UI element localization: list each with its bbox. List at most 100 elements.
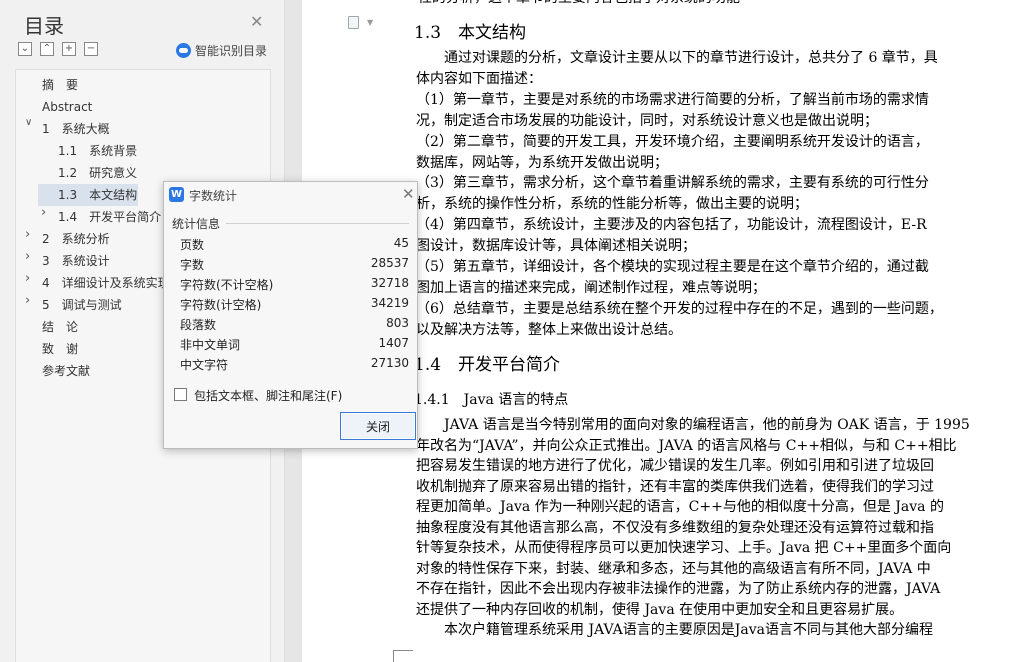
toc-item[interactable]: 1.1 系统背景 bbox=[58, 140, 137, 162]
stats-section-label: 统计信息 bbox=[172, 217, 221, 231]
stat-label: 段落数 bbox=[180, 318, 217, 332]
toc-item[interactable]: 3 系统设计 bbox=[42, 250, 110, 272]
chevron-right-icon[interactable]: › bbox=[41, 205, 46, 220]
toc-item[interactable]: 摘 要 bbox=[42, 74, 78, 96]
toc-item[interactable]: 1.2 研究意义 bbox=[58, 162, 137, 184]
toc-title: 目录 bbox=[24, 14, 64, 38]
chevron-down-icon[interactable]: ▼ bbox=[367, 18, 373, 27]
doc-line: 图设计，数据库设计等，具体阐述相关说明； bbox=[416, 238, 696, 255]
stat-value: 1407 bbox=[378, 336, 409, 350]
doc-line: （4）第四章节，系统设计，主要涉及的内容包括了，功能设计，流程图设计，E-R bbox=[416, 217, 927, 234]
stat-value: 32718 bbox=[370, 276, 409, 290]
include-textbox-checkbox[interactable] bbox=[174, 388, 187, 401]
doc-line: 析，系统的操作性分析，系统的性能分析等，做出主要的说明； bbox=[416, 196, 808, 213]
section-divider bbox=[226, 223, 409, 224]
toc-item-label: Abstract bbox=[42, 100, 93, 114]
dialog-title-bar[interactable]: W 字数统计 ✕ bbox=[164, 182, 417, 208]
doc-line: 体内容如下面描述： bbox=[416, 70, 542, 87]
stat-value: 803 bbox=[386, 316, 409, 330]
doc-line: （1）第一章节，主要是对系统的市场需求进行简要的分析，了解当前市场的需求情 bbox=[416, 91, 929, 108]
stat-label: 中文字符 bbox=[180, 358, 229, 372]
toc-item[interactable]: 4 详细设计及系统实现 bbox=[42, 272, 170, 294]
heading-1-4-1: 1.4.1 Java 语言的特点 bbox=[414, 392, 569, 408]
doc-line: 通过对课题的分析，文章设计主要从以下的章节进行设计，总共分了 6 章节，具 bbox=[416, 50, 938, 66]
include-textbox-label[interactable]: 包括文本框、脚注和尾注(F) bbox=[194, 387, 342, 404]
expand-all-icon[interactable]: ⌃ bbox=[40, 42, 54, 56]
toc-item-label: 3 系统设计 bbox=[42, 254, 110, 268]
toc-item-label: 参考文献 bbox=[42, 364, 91, 378]
toc-toolbar: ⌄ ⌃ + − bbox=[18, 42, 98, 56]
cloud-icon bbox=[176, 43, 191, 58]
close-icon[interactable]: ✕ bbox=[402, 185, 415, 203]
stat-label: 字数 bbox=[180, 258, 205, 272]
doc-line: （3）第三章节，需求分析，这个章节着重讲解系统的需求，主要有系统的可行性分 bbox=[416, 175, 929, 192]
toc-item-label: 1.2 研究意义 bbox=[58, 166, 138, 180]
stat-label: 页数 bbox=[180, 238, 205, 252]
chevron-down-icon[interactable]: ∨ bbox=[25, 117, 32, 128]
doc-partial-line: 性的分析，这个章节的主要内容包括了对系统的功能 bbox=[418, 0, 740, 8]
toc-item-label: 2 系统分析 bbox=[42, 232, 110, 246]
doc-line: 不存在指针，因此不会出现内存被非法操作的泄露，为了防止系统内存的泄露，JAVA bbox=[416, 581, 941, 597]
document-icon[interactable] bbox=[348, 16, 359, 29]
doc-line: 本次户籍管理系统采用 JAVA语言的主要原因是Java语言不同与其他大部分编程 bbox=[416, 622, 933, 638]
doc-line: 还提供了一种内存回收的机制，使得 Java 在使用中更加安全和且更容易扩展。 bbox=[416, 601, 904, 618]
stat-label: 字符数(不计空格) bbox=[180, 278, 274, 292]
toc-item[interactable]: 参考文献 bbox=[42, 360, 90, 382]
stat-label: 字符数(计空格) bbox=[180, 298, 262, 312]
doc-line: 针等复杂技术，从而使得程序员可以更加快速学习、上手。Java 把 C++里面多个… bbox=[416, 540, 952, 556]
toc-item-label: 4 详细设计及系统实现 bbox=[42, 276, 170, 290]
chevron-right-icon[interactable]: › bbox=[25, 249, 30, 264]
doc-line: （5）第五章节，详细设计，各个模块的实现过程主要是在这个章节介绍的，通过截 bbox=[416, 259, 929, 275]
doc-line: 抽象程度没有其他语言那么高，不仅没有多维数组的复杂处理还没有运算符过载和指 bbox=[416, 519, 934, 536]
doc-line: 把容易发生错误的地方进行了优化，减少错误的发生几率。例如引用和引进了垃圾回 bbox=[416, 458, 934, 474]
toc-item-label: 致 谢 bbox=[42, 342, 79, 356]
remove-level-icon[interactable]: − bbox=[84, 42, 98, 56]
stat-value: 34219 bbox=[370, 296, 409, 310]
word-count-dialog: W 字数统计 ✕ 统计信息 页数 45 字数 28537 字符数(不计空格) 32718 字… bbox=[163, 181, 418, 449]
toc-item[interactable]: 2 系统分析 bbox=[42, 228, 110, 250]
toc-item-label: 1 系统大概 bbox=[42, 122, 110, 136]
chevron-right-icon[interactable]: › bbox=[25, 271, 30, 286]
toc-item-label: 1.1 系统背景 bbox=[58, 144, 138, 158]
doc-line: 对象的特性保存下来，封装、继承和多态，还与其他的高级语言有所不同，JAVA 中 bbox=[416, 560, 931, 577]
toc-item-label: 结 论 bbox=[42, 320, 79, 334]
smart-toc-label: 智能识别目录 bbox=[195, 44, 268, 58]
toc-close-icon[interactable]: ✕ bbox=[250, 12, 263, 31]
doc-line: 以及解决方法等，整体上来做出设计总结。 bbox=[416, 321, 682, 338]
doc-line: （6）总结章节，主要是总结系统在整个开发的过程中存在的不足，遇到的一些问题， bbox=[416, 300, 943, 317]
toc-item[interactable]: 致 谢 bbox=[42, 338, 78, 360]
stat-value: 27130 bbox=[370, 356, 409, 370]
doc-line: 收机制抛弃了原来容易出错的指针，还有丰富的类库供我们选着，使得我们的学习过 bbox=[416, 478, 934, 495]
toc-item-label: 1.3 本文结构 bbox=[58, 188, 138, 202]
toc-item[interactable]: 结 论 bbox=[42, 316, 78, 338]
smart-toc-button[interactable]: 智能识别目录 bbox=[176, 42, 267, 59]
stat-label: 非中文单词 bbox=[180, 338, 241, 352]
collapse-all-icon[interactable]: ⌄ bbox=[18, 42, 32, 56]
doc-line: 况，制定适合市场发展的功能设计，同时，对系统设计意义也是做出说明； bbox=[416, 112, 878, 129]
toc-item[interactable]: 1 系统大概 bbox=[42, 118, 110, 140]
toc-item[interactable]: 1.3 本文结构 bbox=[38, 184, 138, 206]
wps-writer-icon: W bbox=[169, 187, 184, 202]
doc-line: 图加上语言的描述来完成，阐述制作过程，难点等说明； bbox=[416, 279, 766, 296]
page-corner-mark bbox=[393, 650, 413, 662]
dialog-title: 字数统计 bbox=[189, 189, 238, 203]
chevron-right-icon[interactable]: › bbox=[25, 227, 30, 242]
toc-item-label: 摘 要 bbox=[42, 78, 79, 92]
doc-line: （2）第二章节，简要的开发工具，开发环境介绍，主要阐明系统开发设计的语言， bbox=[416, 133, 929, 150]
close-button[interactable]: 关闭 bbox=[340, 412, 416, 440]
doc-line: 年改名为“JAVA”，并向公众正式推出。JAVA 的语言风格与 C++相似，与和… bbox=[416, 437, 957, 454]
stat-value: 28537 bbox=[370, 256, 409, 270]
toc-item-label: 1.4 开发平台简介 bbox=[58, 210, 162, 224]
doc-line: 数据库，网站等，为系统开发做出说明； bbox=[416, 154, 668, 171]
chevron-right-icon[interactable]: › bbox=[25, 293, 30, 308]
toc-item[interactable]: 1.4 开发平台简介 bbox=[58, 206, 161, 228]
heading-1-4: 1.4 开发平台简介 bbox=[414, 355, 561, 375]
stat-value: 45 bbox=[393, 236, 409, 250]
toc-item-label: 5 调试与测试 bbox=[42, 298, 122, 312]
add-level-icon[interactable]: + bbox=[62, 42, 76, 56]
doc-line: 程更加简单。Java 作为一种刚兴起的语言，C++与他的相似度十分高，但是 Ja… bbox=[416, 499, 944, 515]
toc-item[interactable]: Abstract bbox=[42, 96, 92, 118]
doc-line: JAVA 语言是当今特别常用的面向对象的编程语言，他的前身为 OAK 语言，于 … bbox=[416, 417, 970, 433]
toc-item[interactable]: 5 调试与测试 bbox=[42, 294, 122, 316]
heading-1-3: 1.3 本文结构 bbox=[414, 23, 527, 43]
